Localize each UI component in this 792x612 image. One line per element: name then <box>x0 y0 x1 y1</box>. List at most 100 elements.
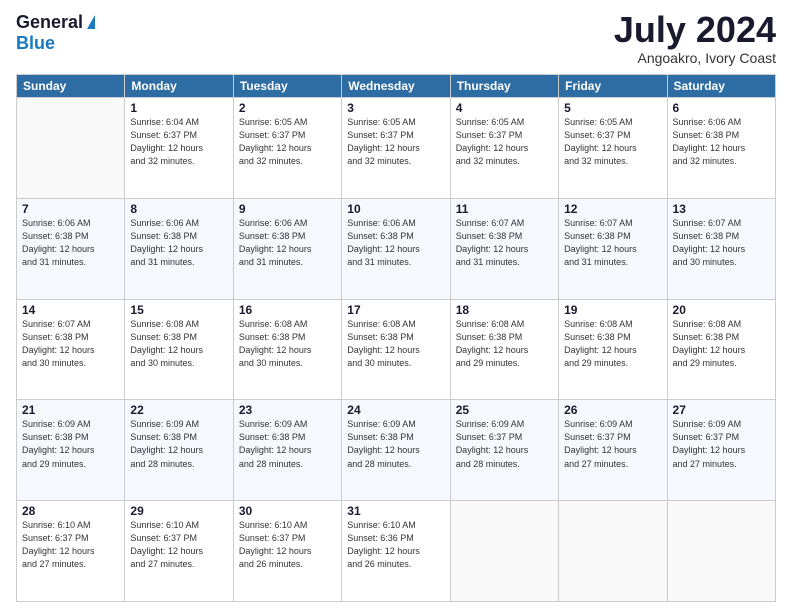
day-number: 28 <box>22 504 119 518</box>
calendar-cell: 5Sunrise: 6:05 AM Sunset: 6:37 PM Daylig… <box>559 98 667 199</box>
calendar-cell: 25Sunrise: 6:09 AM Sunset: 6:37 PM Dayli… <box>450 400 558 501</box>
calendar-cell: 18Sunrise: 6:08 AM Sunset: 6:38 PM Dayli… <box>450 299 558 400</box>
calendar-cell: 16Sunrise: 6:08 AM Sunset: 6:38 PM Dayli… <box>233 299 341 400</box>
day-info: Sunrise: 6:06 AM Sunset: 6:38 PM Dayligh… <box>239 217 336 269</box>
day-number: 25 <box>456 403 553 417</box>
header-sunday: Sunday <box>17 75 125 98</box>
day-number: 19 <box>564 303 661 317</box>
day-number: 12 <box>564 202 661 216</box>
day-number: 11 <box>456 202 553 216</box>
day-number: 29 <box>130 504 227 518</box>
day-info: Sunrise: 6:08 AM Sunset: 6:38 PM Dayligh… <box>673 318 770 370</box>
day-info: Sunrise: 6:04 AM Sunset: 6:37 PM Dayligh… <box>130 116 227 168</box>
calendar-cell: 27Sunrise: 6:09 AM Sunset: 6:37 PM Dayli… <box>667 400 775 501</box>
calendar-cell: 14Sunrise: 6:07 AM Sunset: 6:38 PM Dayli… <box>17 299 125 400</box>
day-info: Sunrise: 6:05 AM Sunset: 6:37 PM Dayligh… <box>564 116 661 168</box>
week-row-2: 7Sunrise: 6:06 AM Sunset: 6:38 PM Daylig… <box>17 198 776 299</box>
day-info: Sunrise: 6:09 AM Sunset: 6:38 PM Dayligh… <box>22 418 119 470</box>
calendar-cell: 2Sunrise: 6:05 AM Sunset: 6:37 PM Daylig… <box>233 98 341 199</box>
calendar-cell: 1Sunrise: 6:04 AM Sunset: 6:37 PM Daylig… <box>125 98 233 199</box>
day-info: Sunrise: 6:07 AM Sunset: 6:38 PM Dayligh… <box>564 217 661 269</box>
calendar-cell: 15Sunrise: 6:08 AM Sunset: 6:38 PM Dayli… <box>125 299 233 400</box>
day-info: Sunrise: 6:05 AM Sunset: 6:37 PM Dayligh… <box>239 116 336 168</box>
day-number: 13 <box>673 202 770 216</box>
page: General Blue July 2024 Angoakro, Ivory C… <box>0 0 792 612</box>
day-info: Sunrise: 6:09 AM Sunset: 6:37 PM Dayligh… <box>564 418 661 470</box>
calendar-cell: 29Sunrise: 6:10 AM Sunset: 6:37 PM Dayli… <box>125 501 233 602</box>
day-number: 17 <box>347 303 444 317</box>
calendar-cell <box>450 501 558 602</box>
calendar-cell: 10Sunrise: 6:06 AM Sunset: 6:38 PM Dayli… <box>342 198 450 299</box>
day-info: Sunrise: 6:08 AM Sunset: 6:38 PM Dayligh… <box>130 318 227 370</box>
day-info: Sunrise: 6:06 AM Sunset: 6:38 PM Dayligh… <box>673 116 770 168</box>
day-number: 30 <box>239 504 336 518</box>
calendar-cell: 3Sunrise: 6:05 AM Sunset: 6:37 PM Daylig… <box>342 98 450 199</box>
day-number: 15 <box>130 303 227 317</box>
calendar-cell: 28Sunrise: 6:10 AM Sunset: 6:37 PM Dayli… <box>17 501 125 602</box>
day-number: 3 <box>347 101 444 115</box>
day-info: Sunrise: 6:08 AM Sunset: 6:38 PM Dayligh… <box>564 318 661 370</box>
title-block: July 2024 Angoakro, Ivory Coast <box>614 12 776 66</box>
header-row: SundayMondayTuesdayWednesdayThursdayFrid… <box>17 75 776 98</box>
calendar-cell: 22Sunrise: 6:09 AM Sunset: 6:38 PM Dayli… <box>125 400 233 501</box>
day-number: 7 <box>22 202 119 216</box>
calendar-body: 1Sunrise: 6:04 AM Sunset: 6:37 PM Daylig… <box>17 98 776 602</box>
day-info: Sunrise: 6:10 AM Sunset: 6:37 PM Dayligh… <box>22 519 119 571</box>
day-info: Sunrise: 6:09 AM Sunset: 6:38 PM Dayligh… <box>130 418 227 470</box>
calendar-cell: 6Sunrise: 6:06 AM Sunset: 6:38 PM Daylig… <box>667 98 775 199</box>
logo-triangle-icon <box>87 15 95 29</box>
day-number: 26 <box>564 403 661 417</box>
week-row-4: 21Sunrise: 6:09 AM Sunset: 6:38 PM Dayli… <box>17 400 776 501</box>
day-info: Sunrise: 6:05 AM Sunset: 6:37 PM Dayligh… <box>456 116 553 168</box>
header-friday: Friday <box>559 75 667 98</box>
day-number: 1 <box>130 101 227 115</box>
calendar-cell: 12Sunrise: 6:07 AM Sunset: 6:38 PM Dayli… <box>559 198 667 299</box>
header-saturday: Saturday <box>667 75 775 98</box>
day-number: 14 <box>22 303 119 317</box>
day-number: 24 <box>347 403 444 417</box>
day-info: Sunrise: 6:09 AM Sunset: 6:38 PM Dayligh… <box>239 418 336 470</box>
header: General Blue July 2024 Angoakro, Ivory C… <box>16 12 776 66</box>
day-info: Sunrise: 6:06 AM Sunset: 6:38 PM Dayligh… <box>22 217 119 269</box>
day-number: 6 <box>673 101 770 115</box>
calendar-cell: 8Sunrise: 6:06 AM Sunset: 6:38 PM Daylig… <box>125 198 233 299</box>
calendar-cell: 19Sunrise: 6:08 AM Sunset: 6:38 PM Dayli… <box>559 299 667 400</box>
header-tuesday: Tuesday <box>233 75 341 98</box>
calendar-cell: 24Sunrise: 6:09 AM Sunset: 6:38 PM Dayli… <box>342 400 450 501</box>
day-number: 8 <box>130 202 227 216</box>
day-info: Sunrise: 6:09 AM Sunset: 6:38 PM Dayligh… <box>347 418 444 470</box>
header-thursday: Thursday <box>450 75 558 98</box>
calendar-table: SundayMondayTuesdayWednesdayThursdayFrid… <box>16 74 776 602</box>
day-number: 22 <box>130 403 227 417</box>
logo: General Blue <box>16 12 95 54</box>
calendar-cell: 9Sunrise: 6:06 AM Sunset: 6:38 PM Daylig… <box>233 198 341 299</box>
day-number: 9 <box>239 202 336 216</box>
calendar-cell: 21Sunrise: 6:09 AM Sunset: 6:38 PM Dayli… <box>17 400 125 501</box>
day-number: 5 <box>564 101 661 115</box>
day-info: Sunrise: 6:09 AM Sunset: 6:37 PM Dayligh… <box>456 418 553 470</box>
day-number: 21 <box>22 403 119 417</box>
calendar-cell: 4Sunrise: 6:05 AM Sunset: 6:37 PM Daylig… <box>450 98 558 199</box>
day-info: Sunrise: 6:07 AM Sunset: 6:38 PM Dayligh… <box>22 318 119 370</box>
day-info: Sunrise: 6:10 AM Sunset: 6:37 PM Dayligh… <box>130 519 227 571</box>
calendar-cell <box>17 98 125 199</box>
calendar-header: SundayMondayTuesdayWednesdayThursdayFrid… <box>17 75 776 98</box>
calendar-cell: 13Sunrise: 6:07 AM Sunset: 6:38 PM Dayli… <box>667 198 775 299</box>
day-info: Sunrise: 6:06 AM Sunset: 6:38 PM Dayligh… <box>347 217 444 269</box>
day-info: Sunrise: 6:07 AM Sunset: 6:38 PM Dayligh… <box>456 217 553 269</box>
logo-blue-text: Blue <box>16 33 55 54</box>
calendar-cell: 11Sunrise: 6:07 AM Sunset: 6:38 PM Dayli… <box>450 198 558 299</box>
week-row-3: 14Sunrise: 6:07 AM Sunset: 6:38 PM Dayli… <box>17 299 776 400</box>
calendar-cell: 20Sunrise: 6:08 AM Sunset: 6:38 PM Dayli… <box>667 299 775 400</box>
calendar-cell: 23Sunrise: 6:09 AM Sunset: 6:38 PM Dayli… <box>233 400 341 501</box>
day-number: 27 <box>673 403 770 417</box>
day-info: Sunrise: 6:06 AM Sunset: 6:38 PM Dayligh… <box>130 217 227 269</box>
day-info: Sunrise: 6:09 AM Sunset: 6:37 PM Dayligh… <box>673 418 770 470</box>
day-number: 31 <box>347 504 444 518</box>
day-number: 20 <box>673 303 770 317</box>
location-subtitle: Angoakro, Ivory Coast <box>614 50 776 66</box>
day-info: Sunrise: 6:05 AM Sunset: 6:37 PM Dayligh… <box>347 116 444 168</box>
month-year-title: July 2024 <box>614 12 776 48</box>
calendar-cell <box>559 501 667 602</box>
day-info: Sunrise: 6:08 AM Sunset: 6:38 PM Dayligh… <box>239 318 336 370</box>
